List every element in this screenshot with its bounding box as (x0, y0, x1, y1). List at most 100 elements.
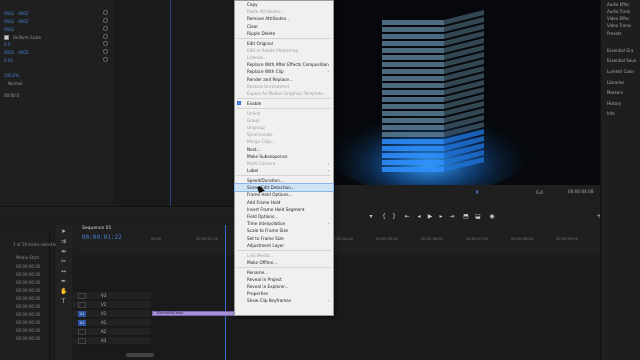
property-value[interactable]: 0002 (4, 27, 14, 32)
project-row-media-start[interactable]: 00:00:00:00 (16, 328, 40, 333)
opacity-value[interactable]: 100.0% (4, 73, 19, 78)
timeline-ruler[interactable]: 00:0000:00:01:0000:00:02:0000:00:03:0000… (151, 235, 600, 245)
blend-mode-select[interactable]: Normal (8, 81, 22, 86)
menu-item-make-subsequence[interactable]: Make Subsequence (235, 153, 333, 160)
right-panel-item[interactable]: Lumetri Color (607, 69, 634, 74)
right-panel-item[interactable]: Video Effec (607, 16, 629, 21)
project-row-media-start[interactable]: 00:00:00:00 (16, 288, 40, 293)
menu-item-replace-with-clip[interactable]: Replace With Clip › (235, 68, 333, 75)
track-header-v2[interactable]: V2 (73, 301, 151, 309)
right-panel-item[interactable]: Audio Track (607, 9, 630, 14)
menu-item-nest[interactable]: Nest... (235, 146, 333, 153)
menu-item-remove-attributes[interactable]: Remove Attributes... (235, 15, 333, 22)
play-icon[interactable]: ▶ (426, 213, 434, 221)
export-frame-icon[interactable]: ◉ (488, 213, 496, 221)
project-row-media-start[interactable]: 00:00:00:00 (16, 304, 40, 309)
effect-property-row[interactable]: 0002 0002 (4, 49, 28, 55)
menu-item-adjustment-layer[interactable]: Adjustment Layer (235, 242, 333, 249)
property-value[interactable]: 0002 (4, 11, 14, 16)
effect-property-row[interactable]: Uniform Scale (4, 34, 41, 40)
marker-icon[interactable]: ▾ (367, 213, 375, 221)
keyframe-toggle-icon[interactable] (103, 57, 108, 62)
right-panel-item[interactable]: Essential Soun (607, 58, 636, 63)
project-row-media-start[interactable]: 00:00:00:00 (16, 320, 40, 325)
project-row-media-start[interactable]: 00:00:00:00 (16, 336, 40, 341)
right-panel-item[interactable]: Libraries (607, 80, 624, 85)
menu-item-properties[interactable]: Properties (235, 290, 333, 297)
menu-item-insert-frame-hold-segment[interactable]: Insert Frame Hold Segment (235, 206, 333, 213)
menu-item-rename[interactable]: Rename... (235, 269, 333, 276)
right-panel-item[interactable]: Markers (607, 90, 623, 95)
track-source-patch[interactable] (78, 338, 86, 344)
track-header-v1[interactable]: V1 V1 (73, 310, 151, 318)
ripple-edit-tool-icon[interactable]: ⇹ (60, 248, 67, 255)
effect-property-row[interactable]: 0002 0002 (4, 10, 28, 16)
property-value[interactable]: 0002 (18, 50, 28, 55)
track-header-a3[interactable]: A3 (73, 337, 151, 345)
project-column-header[interactable]: Media Start (16, 255, 39, 260)
menu-item-reveal-in-project[interactable]: Reveal in Project (235, 276, 333, 283)
project-row-media-start[interactable]: 00:00:00:00 (16, 264, 40, 269)
project-row-media-start[interactable]: 00:00:00:00 (16, 312, 40, 317)
menu-item-scene-edit-detection[interactable]: Scene Edit Detection... (234, 183, 334, 193)
effect-property-row[interactable]: 0.00 (4, 57, 13, 63)
timeline-scrollbar[interactable] (126, 353, 154, 357)
uniform-scale-checkbox[interactable] (4, 34, 9, 40)
pen-tool-icon[interactable]: ✒ (60, 278, 67, 285)
menu-item-clear[interactable]: Clear (235, 23, 333, 30)
menu-item-field-options[interactable]: Field Options... (235, 213, 333, 220)
track-select-tool-icon[interactable]: ⇉ (60, 238, 67, 245)
property-value[interactable]: Uniform Scale (13, 35, 41, 40)
track-source-patch[interactable] (78, 293, 86, 299)
track-source-patch[interactable]: A1 (78, 320, 86, 326)
property-value[interactable]: 0.00 (4, 58, 13, 63)
project-row-media-start[interactable]: 00:00:00:00 (16, 280, 40, 285)
extract-icon[interactable]: ⬓ (474, 213, 482, 221)
selection-tool-icon[interactable]: ➤ (60, 228, 67, 235)
right-panel-item[interactable]: History (607, 101, 621, 106)
effect-property-row[interactable]: 0002 (4, 26, 14, 32)
menu-item-add-frame-hold[interactable]: Add Frame Hold (235, 199, 333, 206)
menu-item-time-interpolation[interactable]: Time Interpolation › (235, 220, 333, 227)
keyframe-toggle-icon[interactable] (103, 49, 108, 54)
menu-item-frame-hold-options[interactable]: Frame Hold Options... (235, 191, 333, 198)
right-panel-item[interactable]: Video Transi (607, 23, 631, 28)
hand-tool-icon[interactable]: ✋ (60, 288, 67, 295)
property-value[interactable]: 0002 (18, 11, 28, 16)
track-header-a2[interactable]: A2 (73, 328, 151, 336)
track-header-v3[interactable]: V3 (73, 292, 151, 300)
effect-controls-playhead[interactable] (170, 0, 171, 212)
menu-item-copy[interactable]: Copy (235, 1, 333, 8)
mark-in-icon[interactable]: { (380, 213, 388, 221)
lift-icon[interactable]: ⬒ (462, 213, 470, 221)
menu-item-enable[interactable]: Enable ✓ (235, 100, 333, 107)
menu-item-render-and-replace[interactable]: Render and Replace... (235, 76, 333, 83)
menu-item-scale-to-frame-size[interactable]: Scale to Frame Size (235, 227, 333, 234)
effect-property-row[interactable]: 0.0 (4, 41, 10, 47)
step-back-icon[interactable]: ◂ (415, 213, 423, 221)
property-value[interactable]: 0002 (4, 19, 14, 24)
menu-item-make-offline[interactable]: Make Offline... (235, 259, 333, 266)
menu-item-replace-with-after-effects-composition[interactable]: Replace With After Effects Composition (235, 61, 333, 68)
property-value[interactable]: 0002 (4, 50, 14, 55)
effect-property-row[interactable]: 0002 0002 (4, 18, 28, 24)
menu-item-label[interactable]: Label › (235, 167, 333, 174)
menu-item-show-clip-keyframes[interactable]: Show Clip Keyframes › (235, 297, 333, 304)
right-panel-item[interactable]: Essential Gra (607, 48, 633, 53)
project-row-media-start[interactable]: 00:00:00:00 (16, 272, 40, 277)
track-source-patch[interactable] (78, 329, 86, 335)
menu-item-reveal-in-explorer[interactable]: Reveal in Explorer... (235, 283, 333, 290)
menu-item-speed-duration[interactable]: Speed/Duration... (235, 177, 333, 184)
sequence-tab[interactable]: Sequence 01 (82, 226, 111, 231)
keyframe-toggle-icon[interactable] (103, 10, 108, 15)
step-forward-icon[interactable]: ▸ (437, 213, 445, 221)
right-panel-item[interactable]: Audio Effec (607, 2, 630, 7)
type-tool-icon[interactable]: T (60, 298, 67, 305)
property-value[interactable]: 0.0 (4, 42, 10, 47)
timeline-playhead[interactable] (225, 225, 226, 360)
menu-item-edit-original[interactable]: Edit Original (235, 40, 333, 47)
menu-item-set-to-frame-size[interactable]: Set to Frame Size (235, 235, 333, 242)
track-source-patch[interactable] (78, 302, 86, 308)
program-zoom-select[interactable]: Full (536, 190, 543, 195)
track-source-patch[interactable]: V1 (78, 311, 86, 317)
